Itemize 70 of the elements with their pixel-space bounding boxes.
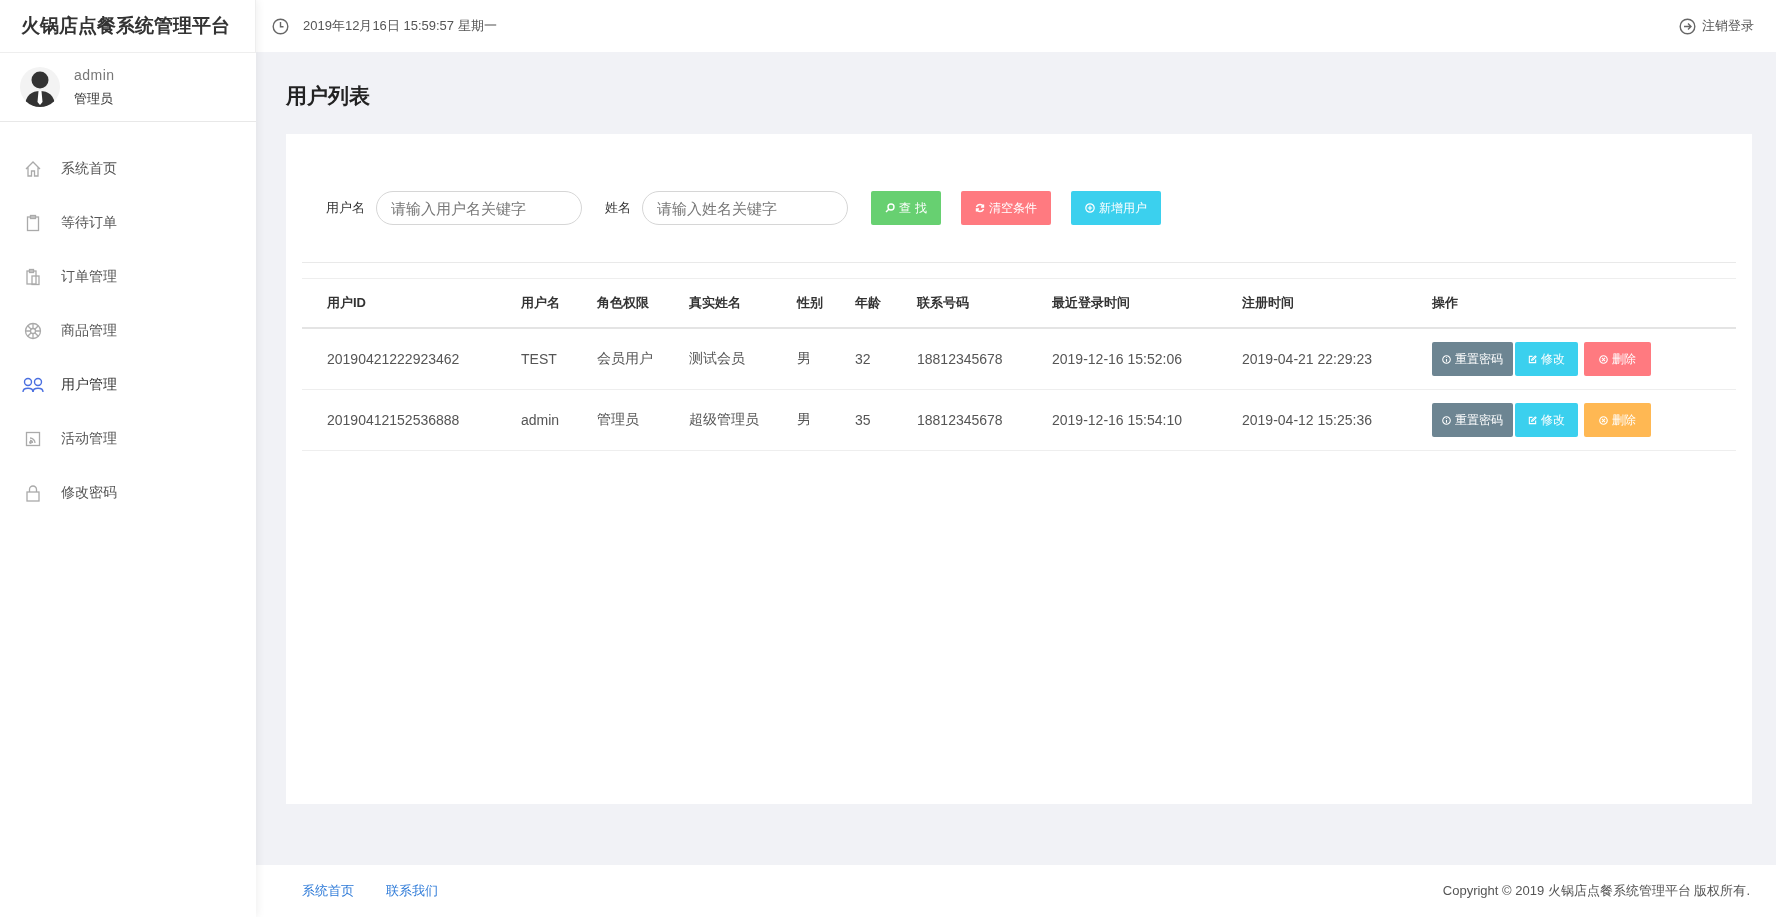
column-header: 用户ID [302, 278, 496, 328]
sidebar-item[interactable]: 修改密码 [0, 466, 256, 520]
info-circle-icon [1442, 354, 1451, 364]
table-cell: 测试会员 [664, 328, 772, 390]
search-field[interactable]: 请输入姓名关键字 [642, 191, 848, 225]
table-cell: 2019-04-12 15:25:36 [1217, 389, 1407, 451]
page-title: 用户列表 [286, 83, 371, 109]
reset-password-button[interactable]: 重置密码 [1432, 403, 1513, 437]
reset-password-button[interactable]: 重置密码 [1432, 342, 1513, 376]
datetime-text: 2019年12月16日 15:59:57 星期一 [303, 17, 497, 35]
search-icon [885, 203, 896, 213]
home-icon [24, 160, 42, 178]
lock-icon [24, 484, 42, 502]
column-header: 真实姓名 [664, 278, 772, 328]
documents-icon [24, 268, 42, 286]
table-cell: 32 [830, 328, 892, 390]
column-header: 角色权限 [572, 278, 664, 328]
table-cell: TEST [496, 328, 572, 390]
table-cell: 18812345678 [892, 328, 1027, 390]
sidebar-item[interactable]: 用户管理 [0, 358, 256, 412]
clock-icon [272, 17, 289, 35]
users-icon [22, 377, 44, 393]
table-cell: admin [496, 389, 572, 451]
column-header: 注册时间 [1217, 278, 1407, 328]
table-cell: 男 [772, 389, 830, 451]
table-cell: 超级管理员 [664, 389, 772, 451]
footer-link[interactable]: 系统首页 [302, 882, 354, 900]
info-circle-icon [1442, 415, 1451, 425]
refresh-icon [975, 203, 985, 213]
column-header: 最近登录时间 [1027, 278, 1217, 328]
clear-button[interactable]: 清空条件 [961, 191, 1051, 225]
arrow-circle-icon [1679, 17, 1696, 35]
column-header: 用户名 [496, 278, 572, 328]
sidebar-item[interactable]: 活动管理 [0, 412, 256, 466]
table-cell: 2019-12-16 15:52:06 [1027, 328, 1217, 390]
footer-link[interactable]: 联系我们 [386, 882, 438, 900]
x-circle-icon [1599, 415, 1608, 425]
table-cell: 2019-12-16 15:54:10 [1027, 389, 1217, 451]
flower-icon [24, 322, 42, 340]
field-label: 姓名 [605, 199, 631, 217]
copyright-text: Copyright © 2019 火锅店点餐系统管理平台 版权所有. [1442, 882, 1750, 900]
sidebar-item[interactable]: 等待订单 [0, 196, 256, 250]
table-cell: 35 [830, 389, 892, 451]
table-cell: 20190412152536888 [302, 389, 496, 451]
field-label: 用户名 [326, 199, 365, 217]
delete-button[interactable]: 删除 [1584, 342, 1651, 376]
rss-icon [24, 430, 42, 448]
table-cell: 20190421222923462 [302, 328, 496, 390]
column-header: 操作 [1407, 278, 1736, 328]
sidebar-item[interactable]: 系统首页 [0, 142, 256, 196]
sidebar-item[interactable]: 商品管理 [0, 304, 256, 358]
column-header: 性别 [772, 278, 830, 328]
plus-circle-icon [1085, 203, 1095, 213]
table-cell: 男 [772, 328, 830, 390]
table-cell: 18812345678 [892, 389, 1027, 451]
user-name: admin [74, 66, 115, 83]
sidebar-item[interactable]: 订单管理 [0, 250, 256, 304]
column-header: 联系号码 [892, 278, 1027, 328]
avatar-icon [20, 67, 60, 107]
edit-icon [1528, 415, 1537, 425]
clipboard-icon [24, 214, 42, 232]
x-circle-icon [1599, 354, 1608, 364]
column-header: 年龄 [830, 278, 892, 328]
table-cell: 会员用户 [572, 328, 664, 390]
table-cell: 管理员 [572, 389, 664, 451]
edit-icon [1528, 354, 1537, 364]
user-role: 管理员 [74, 89, 114, 108]
logout-button[interactable]: 注销登录 [1679, 17, 1754, 35]
table-cell: 2019-04-21 22:29:23 [1217, 328, 1407, 390]
search-field[interactable]: 请输入用户名关键字 [376, 191, 582, 225]
